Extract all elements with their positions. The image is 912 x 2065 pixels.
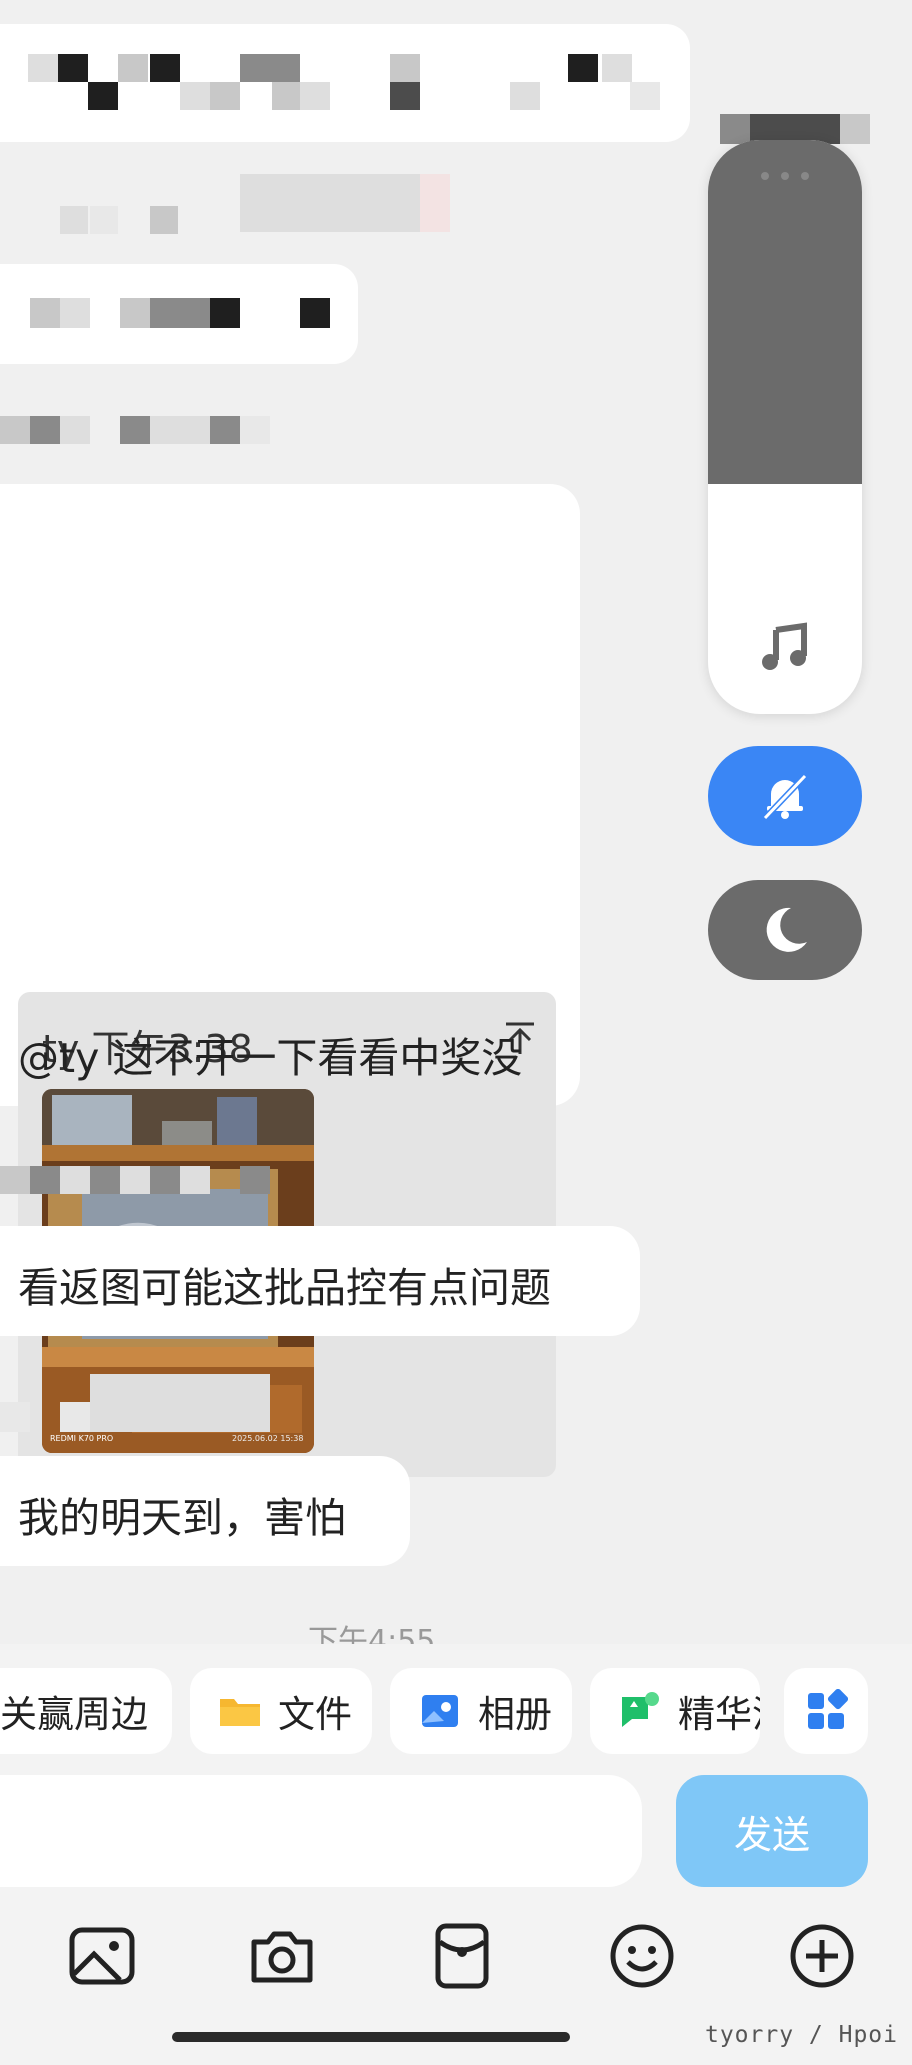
sender-name-censored <box>0 1162 290 1198</box>
folder-icon <box>218 1689 262 1733</box>
highlight-icon <box>618 1689 662 1733</box>
dnd-toggle[interactable] <box>708 880 862 980</box>
quick-action-gift[interactable]: 关赢周边 <box>0 1668 172 1754</box>
volume-level-fill <box>708 140 862 484</box>
quick-action-album[interactable]: 相册 <box>390 1668 572 1754</box>
message-input[interactable] <box>0 1775 642 1887</box>
quick-action-highlight[interactable]: 精华消息 <box>590 1668 760 1754</box>
mute-bell-icon <box>757 768 813 824</box>
emoji-icon[interactable] <box>606 1920 678 1992</box>
home-indicator[interactable] <box>172 2032 570 2042</box>
message-bubble[interactable]: 我的明天到，害怕 <box>0 1456 410 1566</box>
quick-action-more[interactable] <box>784 1668 868 1754</box>
red-packet-icon[interactable] <box>426 1920 498 1992</box>
album-icon <box>418 1689 462 1733</box>
image-icon[interactable] <box>66 1920 138 1992</box>
drag-handle-dots[interactable] <box>760 166 810 180</box>
sender-name-censored <box>0 1374 280 1436</box>
moon-icon <box>757 902 813 958</box>
music-note-icon <box>760 622 810 672</box>
plus-icon[interactable] <box>786 1920 858 1992</box>
message-text: @ty 这不开一下看看中奖没 <box>18 1034 523 1082</box>
quick-action-label: 精华消息 <box>678 1693 760 1736</box>
send-button[interactable]: 发送 <box>676 1775 868 1887</box>
volume-slider[interactable] <box>708 140 862 714</box>
sender-name-censored <box>0 170 460 240</box>
watermark: tyorry / Hpoi <box>704 2022 898 2048</box>
message-bubble-censored-1 <box>0 24 690 142</box>
apps-grid-icon <box>804 1688 849 1733</box>
quick-action-label: 相册 <box>478 1693 552 1736</box>
quick-action-label: 文件 <box>278 1693 352 1736</box>
reply-message-bubble[interactable]: ty 下午3:38 REDMI K70 PRO 2025.06.02 15:38… <box>0 484 580 1477</box>
quick-action-file[interactable]: 文件 <box>190 1668 372 1754</box>
camera-icon[interactable] <box>246 1920 318 1992</box>
message-bubble[interactable]: 看返图可能这批品控有点问题 <box>0 1226 640 1336</box>
sender-name-censored <box>0 412 290 448</box>
message-text: 我的明天到，害怕 <box>18 1494 346 1542</box>
quick-action-label: 关赢周边 <box>0 1693 148 1736</box>
mute-toggle[interactable] <box>708 746 862 846</box>
message-bubble-censored-2 <box>0 264 358 364</box>
message-text: 看返图可能这批品控有点问题 <box>18 1264 551 1312</box>
